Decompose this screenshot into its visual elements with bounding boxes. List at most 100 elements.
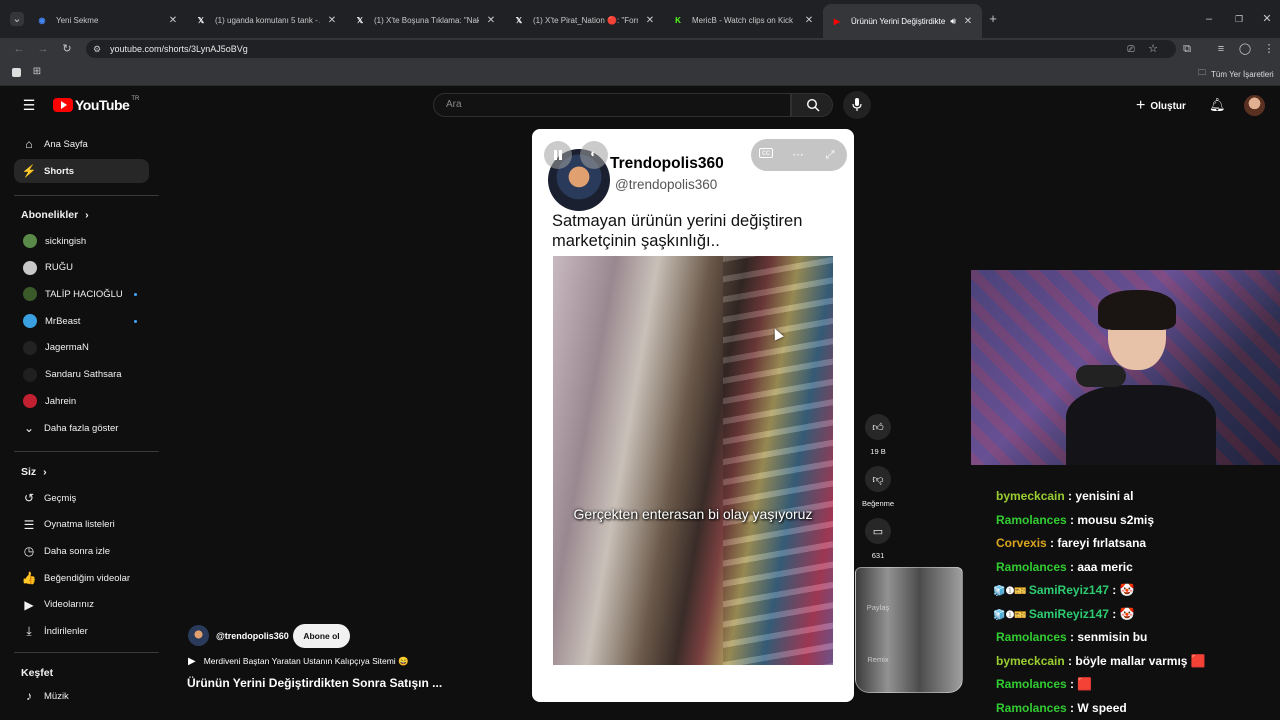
chat-username[interactable]: bymeckcain <box>996 489 1065 503</box>
history-icon: ↺ <box>23 491 35 505</box>
browser-tab[interactable]: ◉ Yeni Sekme ✕ <box>28 8 187 32</box>
chat-username[interactable]: Ramolances <box>996 701 1067 715</box>
bottom-channel-handle[interactable]: @trendopolis360 <box>216 631 289 641</box>
subscribe-button[interactable]: Abone ol <box>293 624 350 648</box>
bottom-short-title[interactable]: Ürünün Yerini Değiştirdikten Sonra Satış… <box>187 676 442 690</box>
chat-username[interactable]: Corvexis <box>996 536 1047 550</box>
search-button[interactable] <box>791 93 833 117</box>
volume-button[interactable]: ◖ <box>580 141 608 169</box>
channel-avatar <box>23 367 37 382</box>
bookmark-app-icon[interactable] <box>12 68 21 77</box>
fullscreen-icon[interactable]: ⤢ <box>823 148 837 162</box>
media-icon[interactable]: ≡ <box>1214 42 1228 56</box>
tab-search-icon[interactable]: ⌄ <box>10 12 24 26</box>
chat-text: 🟥 <box>1077 677 1093 691</box>
sidebar-item-watch-later[interactable]: ◷ Daha sonra izle <box>14 539 149 563</box>
sidebar-item-your-videos[interactable]: ▶ Videolarınız <box>14 593 149 617</box>
sidebar-subscription[interactable]: JagermaN <box>14 336 149 360</box>
remix-label[interactable]: Remix <box>848 655 908 664</box>
x-favicon-icon: 𝕏 <box>356 15 364 25</box>
apps-grid-icon[interactable]: ⊞ <box>30 65 44 79</box>
menu-icon[interactable]: ⋮ <box>1262 42 1276 56</box>
sidebar-item-liked-videos[interactable]: 👍 Beğendiğim videolar <box>14 566 149 590</box>
share-label[interactable]: Paylaş <box>848 603 908 612</box>
browser-tab[interactable]: K MericB - Watch clips on Kick ✕ <box>664 8 823 32</box>
notifications-bell-icon[interactable]: 🔔︎ <box>1209 98 1226 112</box>
more-options-icon[interactable]: ⋯ <box>791 148 805 162</box>
sidebar-item-downloads[interactable]: ⤓ İndirilenler <box>14 620 149 644</box>
restore-button[interactable]: ❐ <box>1232 12 1246 26</box>
reload-icon[interactable]: ↻ <box>60 42 74 56</box>
account-avatar[interactable] <box>1244 95 1265 116</box>
extensions-icon[interactable]: ⧉ <box>1180 42 1194 56</box>
back-icon[interactable]: ← <box>12 42 26 56</box>
minimize-button[interactable]: – <box>1202 12 1216 26</box>
sidebar-item-home[interactable]: ⌂ Ana Sayfa <box>14 132 149 156</box>
youtube-logo[interactable]: YouTube TR <box>53 96 139 113</box>
profile-icon[interactable]: ◯ <box>1238 42 1252 56</box>
sidebar-item-label: Ana Sayfa <box>44 138 88 150</box>
dislike-button[interactable]: 👎︎ <box>865 466 891 492</box>
chat-username[interactable]: SamiReyiz147 <box>1029 583 1109 597</box>
you-heading[interactable]: Siz › <box>21 466 47 478</box>
close-tab-icon[interactable]: ✕ <box>485 15 497 26</box>
sidebar-item-music[interactable]: ♪ Müzik <box>14 684 149 708</box>
browser-tab[interactable]: ▶ Ürünün Yerini Değiştirdikte 🔊︎ ✕ <box>823 4 982 38</box>
playlist-link[interactable]: ▶ Merdiveni Baştan Yaratan Ustanın Kalıp… <box>188 656 409 667</box>
browser-tab[interactable]: 𝕏 (1) X'te Boşuna Tıklama: "Nakit ✕ <box>346 8 505 32</box>
sidebar-item-history[interactable]: ↺ Geçmiş <box>14 486 149 510</box>
browser-tab[interactable]: 𝕏 (1) uganda komutanı 5 tank - A ✕ <box>187 8 346 32</box>
chat-username[interactable]: Ramolances <box>996 513 1067 527</box>
like-count: 19 B <box>870 447 886 456</box>
new-tab-button[interactable]: + <box>986 12 1000 26</box>
hamburger-menu-icon[interactable]: ☰ <box>22 98 36 112</box>
captions-icon[interactable]: cc <box>759 148 773 158</box>
explore-heading: Keşfet <box>21 667 54 679</box>
create-button[interactable]: + Oluştur <box>1136 97 1186 115</box>
subscriptions-heading[interactable]: Abonelikler › <box>21 209 89 221</box>
sidebar-item-label: İndirilenler <box>44 626 88 637</box>
tab-title: (1) X'te Pirat_Nation 🔴: "Form <box>533 15 638 25</box>
chat-username[interactable]: Ramolances <box>996 560 1067 574</box>
chat-username[interactable]: Ramolances <box>996 630 1067 644</box>
sidebar-subscription[interactable]: RUĞU <box>14 256 149 280</box>
chat-username[interactable]: Ramolances <box>996 677 1067 691</box>
browser-tab[interactable]: 𝕏 (1) X'te Pirat_Nation 🔴: "Form ✕ <box>505 8 664 32</box>
glass-overlay <box>855 567 963 693</box>
sidebar-subscription[interactable]: sickingish <box>14 229 149 253</box>
chat-username[interactable]: bymeckcain <box>996 654 1065 668</box>
install-icon[interactable]: ⎚ <box>1124 42 1138 56</box>
show-more-button[interactable]: ⌄ Daha fazla göster <box>14 416 149 440</box>
sidebar-item-label: sickingish <box>45 235 87 247</box>
channel-name[interactable]: Trendopolis360 <box>610 155 724 173</box>
close-tab-icon[interactable]: ✕ <box>644 15 656 26</box>
site-info-icon[interactable]: ⚙ <box>90 42 104 56</box>
pause-button[interactable] <box>544 141 572 169</box>
forward-icon[interactable]: → <box>36 42 50 56</box>
sidebar-subscription[interactable]: TALİP HACIOĞLU <box>14 282 149 306</box>
voice-search-button[interactable] <box>843 91 871 119</box>
sidebar-subscription[interactable]: Jahrein <box>14 389 149 413</box>
sidebar-item-playlists[interactable]: ☰ Oynatma listeleri <box>14 513 149 537</box>
sidebar-subscription[interactable]: MrBeast <box>14 309 149 333</box>
close-tab-icon[interactable]: ✕ <box>962 16 974 27</box>
sidebar-subscription[interactable]: Sandaru Sathsara <box>14 363 149 387</box>
close-window-button[interactable]: ✕ <box>1260 12 1274 26</box>
sidebar-item-shorts[interactable]: ⚡ Shorts <box>14 159 149 183</box>
url-text: youtube.com/shorts/3LynAJ5oBVg <box>110 44 248 54</box>
short-video-frame[interactable] <box>553 256 833 665</box>
like-button[interactable]: 👍︎ <box>865 414 891 440</box>
search-input[interactable]: Ara <box>433 93 791 117</box>
chat-message: bymeckcain : böyle mallar varmış 🟥 <box>996 654 1206 668</box>
comments-button[interactable]: ▭ <box>865 518 891 544</box>
bottom-channel-avatar[interactable] <box>188 625 209 646</box>
chat-username[interactable]: SamiReyiz147 <box>1029 607 1109 621</box>
close-tab-icon[interactable]: ✕ <box>167 15 179 26</box>
url-field[interactable]: ⚙ youtube.com/shorts/3LynAJ5oBVg ⎚ ☆ <box>86 40 1176 58</box>
close-tab-icon[interactable]: ✕ <box>803 15 815 26</box>
all-bookmarks[interactable]: 🗀 Tüm Yer İşaretleri <box>1198 67 1274 81</box>
close-tab-icon[interactable]: ✕ <box>326 15 338 26</box>
bookmark-star-icon[interactable]: ☆ <box>1146 42 1160 56</box>
tab-audio-icon[interactable]: 🔊︎ <box>950 16 956 27</box>
plus-icon: + <box>1136 97 1146 114</box>
